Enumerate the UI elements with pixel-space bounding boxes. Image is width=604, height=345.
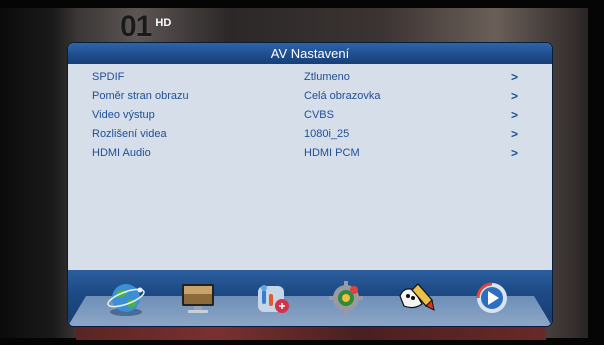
setting-value: HDMI PCM xyxy=(304,147,360,159)
setting-value: 1080i_25 xyxy=(304,128,350,140)
play-circle-icon[interactable] xyxy=(470,276,514,320)
chevron-right-icon: > xyxy=(511,89,519,103)
setting-row-aspect-ratio[interactable]: Poměr stran obrazu Celá obrazovka > xyxy=(68,87,552,106)
channel-logo: 01 HD xyxy=(120,12,171,42)
setting-row-spdif[interactable]: SPDIF Ztlumeno > xyxy=(68,68,552,87)
tools-pencil-icon[interactable] xyxy=(394,276,438,320)
media-tools-icon[interactable] xyxy=(250,276,294,320)
setting-row-video-output[interactable]: Video výstup CVBS > xyxy=(68,106,552,125)
channel-logo-text: 01 xyxy=(120,10,152,43)
monitor-icon[interactable] xyxy=(176,276,220,320)
setting-value: Ztlumeno xyxy=(304,71,350,83)
setting-row-hdmi-audio[interactable]: HDMI Audio HDMI PCM > xyxy=(68,144,552,163)
globe-satellite-icon[interactable] xyxy=(104,276,148,320)
setting-label: HDMI Audio xyxy=(92,147,151,159)
setting-label: Poměr stran obrazu xyxy=(92,90,189,102)
setting-label: Rozlišení videa xyxy=(92,128,167,140)
chevron-right-icon: > xyxy=(511,146,519,160)
chevron-right-icon: > xyxy=(511,127,519,141)
setting-label: Video výstup xyxy=(92,109,155,121)
setting-label: SPDIF xyxy=(92,71,125,83)
dialog-title: AV Nastavení xyxy=(68,43,552,64)
chevron-right-icon: > xyxy=(511,108,519,122)
setting-value: CVBS xyxy=(304,109,334,121)
hd-badge: HD xyxy=(155,17,172,29)
settings-gear-icon[interactable] xyxy=(324,276,368,320)
setting-row-video-resolution[interactable]: Rozlišení videa 1080i_25 > xyxy=(68,125,552,144)
av-settings-dialog: AV Nastavení SPDIF Ztlumeno > Poměr stra… xyxy=(68,43,552,326)
settings-list: SPDIF Ztlumeno > Poměr stran obrazu Celá… xyxy=(68,68,552,163)
setting-value: Celá obrazovka xyxy=(304,90,381,102)
dialog-body: SPDIF Ztlumeno > Poměr stran obrazu Celá… xyxy=(68,64,552,270)
video-background-bottom xyxy=(76,326,546,340)
chevron-right-icon: > xyxy=(511,70,519,84)
video-background-left xyxy=(0,8,76,338)
